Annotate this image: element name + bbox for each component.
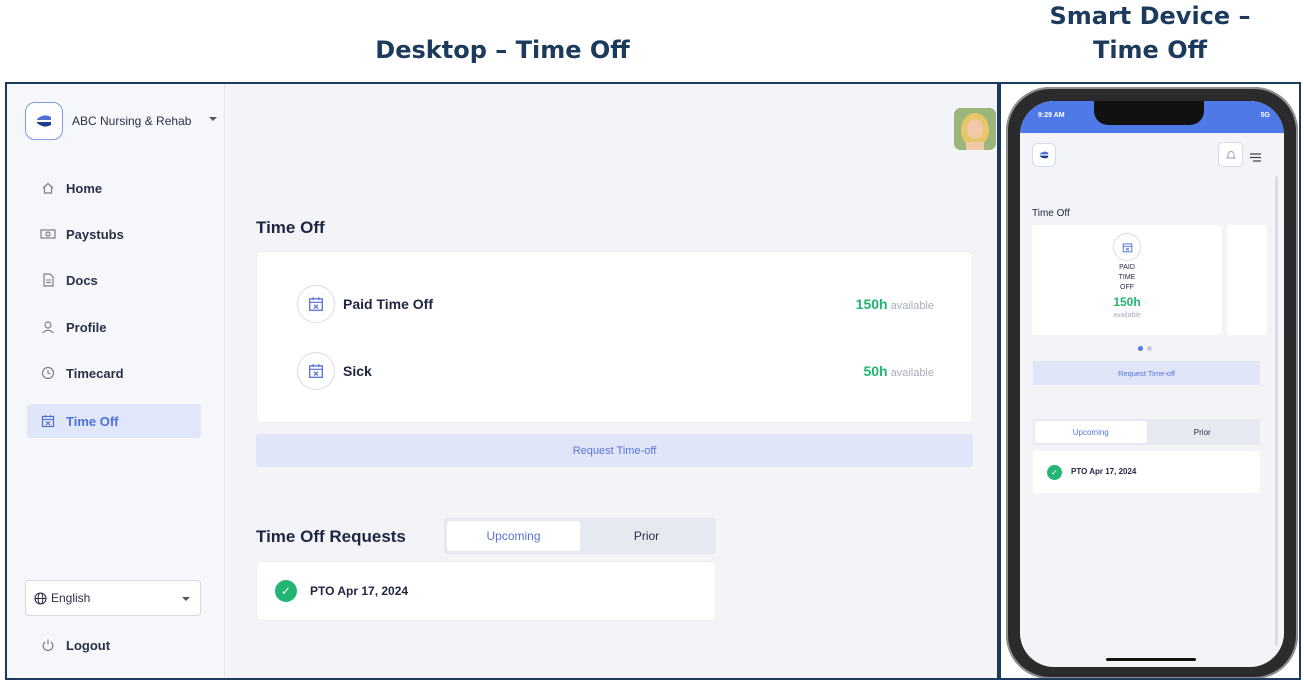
balance-label-pto: Paid Time Off: [343, 296, 433, 312]
user-avatar[interactable]: [954, 108, 996, 150]
phone-frame: 9:29 AM 5G Time Off PAID TIME OFF 150h a…: [1006, 87, 1298, 678]
mobile-request-label: PTO Apr 17, 2024: [1071, 467, 1137, 476]
tab-prior[interactable]: Prior: [580, 521, 713, 551]
mobile-balance-suffix: available: [1113, 312, 1141, 319]
chevron-down-icon: [182, 597, 190, 601]
nav-label: Timecard: [66, 365, 124, 381]
request-time-off-button[interactable]: Request Time-off: [256, 434, 973, 467]
balance-suffix: available: [890, 367, 934, 379]
phone-notch: [1094, 101, 1204, 125]
scrollbar[interactable]: [1275, 176, 1278, 646]
carousel-dot[interactable]: [1147, 346, 1152, 351]
globe-icon: [34, 591, 47, 605]
nav-item-docs[interactable]: Docs: [27, 263, 201, 297]
mobile-balance-card[interactable]: PAID TIME OFF 150h available: [1032, 225, 1222, 335]
app-logo-icon: [25, 102, 63, 140]
check-icon: ✓: [1047, 465, 1062, 480]
mobile-balance-card-next[interactable]: [1227, 225, 1267, 335]
card-label-line: TIME: [1118, 274, 1136, 281]
card-label-line: OFF: [1120, 284, 1134, 291]
logout-button[interactable]: Logout: [27, 628, 201, 662]
user-icon: [40, 319, 56, 335]
org-switcher[interactable]: ABC Nursing & Rehab: [25, 100, 217, 142]
mobile-balance-value: 150h: [1113, 295, 1141, 309]
calendar-x-icon: [297, 352, 335, 390]
chevron-down-icon: [209, 117, 217, 121]
nav-label: Docs: [66, 272, 98, 288]
phone-screen: 9:29 AM 5G Time Off PAID TIME OFF 150h a…: [1020, 101, 1284, 667]
mobile-card-label: PAID TIME OFF: [1032, 263, 1222, 293]
desktop-app: ABC Nursing & Rehab Home Paystubs Docs P…: [5, 82, 999, 680]
tab-upcoming[interactable]: Upcoming: [447, 521, 580, 551]
balance-suffix: available: [890, 300, 934, 312]
mobile-request-button[interactable]: Request Time-off: [1033, 361, 1260, 385]
check-icon: ✓: [275, 580, 297, 602]
card-label-line: PAID: [1119, 264, 1135, 271]
request-row[interactable]: ✓ PTO Apr 17, 2024: [256, 561, 716, 621]
smart-device-heading-line2: Time Off: [1092, 36, 1208, 64]
balance-label-sick: Sick: [343, 363, 372, 379]
balance-value-sick: 50h available: [863, 363, 934, 379]
balance-hours: 150h: [855, 296, 888, 312]
smart-device-heading-line1: Smart Device –: [1049, 2, 1251, 30]
home-icon: [40, 180, 56, 196]
desktop-heading: Desktop – Time Off: [375, 36, 630, 64]
tab-prior[interactable]: Prior: [1147, 421, 1259, 443]
nav-item-timecard[interactable]: Timecard: [27, 356, 201, 390]
document-icon: [40, 272, 56, 288]
sidebar: ABC Nursing & Rehab Home Paystubs Docs P…: [7, 84, 225, 678]
mobile-request-row[interactable]: ✓ PTO Apr 17, 2024: [1033, 451, 1260, 493]
cash-icon: [40, 226, 56, 242]
nav-item-home[interactable]: Home: [27, 171, 201, 205]
carousel-dot-active[interactable]: [1138, 346, 1143, 351]
request-tabs: Upcoming Prior: [444, 518, 716, 554]
nav-label: Time Off: [66, 413, 119, 429]
balances-card: Paid Time Off 150h available Sick 50h avai…: [256, 251, 973, 423]
nav-item-paystubs[interactable]: Paystubs: [27, 217, 201, 251]
requests-title: Time Off Requests: [256, 527, 406, 546]
power-icon: [40, 637, 56, 653]
nav-label: Paystubs: [66, 226, 124, 242]
balance-value-pto: 150h available: [856, 296, 934, 312]
nav-item-time-off[interactable]: Time Off: [27, 404, 201, 438]
nav-item-profile[interactable]: Profile: [27, 310, 201, 344]
calendar-x-icon: [297, 285, 335, 323]
language-value: English: [51, 591, 91, 605]
logout-label: Logout: [66, 637, 111, 653]
page-title: Time Off: [256, 218, 325, 237]
org-name: ABC Nursing & Rehab: [72, 114, 192, 128]
language-select[interactable]: English: [25, 580, 201, 616]
home-indicator: [1106, 658, 1196, 661]
status-signal: 5G: [1260, 112, 1270, 119]
app-logo-icon: [1032, 143, 1056, 167]
nav-label: Profile: [66, 319, 107, 335]
calendar-x-icon: [40, 413, 56, 429]
mobile-preview: 9:29 AM 5G Time Off PAID TIME OFF 150h a…: [999, 82, 1301, 680]
tab-upcoming[interactable]: Upcoming: [1035, 421, 1147, 443]
calendar-x-icon: [1113, 233, 1141, 261]
mobile-request-tabs: Upcoming Prior: [1033, 419, 1260, 445]
nav-label: Home: [66, 180, 103, 196]
balance-hours: 50h: [863, 363, 888, 379]
menu-icon[interactable]: [1250, 149, 1262, 167]
request-label: PTO Apr 17, 2024: [310, 584, 409, 598]
clock-icon: [40, 365, 56, 381]
bell-icon[interactable]: [1218, 142, 1243, 167]
status-time: 9:29 AM: [1038, 112, 1065, 119]
mobile-page-title: Time Off: [1032, 208, 1070, 219]
